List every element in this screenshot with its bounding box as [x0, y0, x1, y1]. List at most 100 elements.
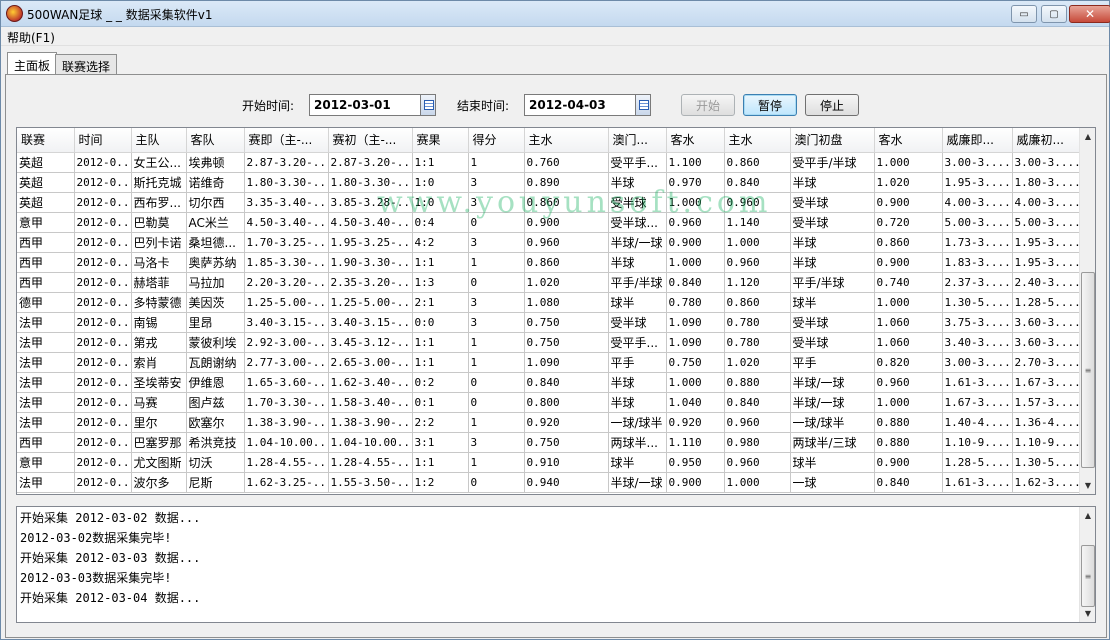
- column-header[interactable]: 主水: [524, 128, 609, 153]
- table-row[interactable]: 英超 2012-0... 西布罗... 切尔西 3.35-3.40-... 3.85-3.…: [17, 192, 1083, 213]
- end-date-picker-icon[interactable]: [635, 94, 651, 116]
- scroll-thumb[interactable]: ≡: [1081, 272, 1095, 468]
- app-window: 500WAN足球 _ _ 数据采集软件v1 ▭ ▢ ✕ 帮助(F1) 主面板 联…: [0, 0, 1110, 640]
- column-header[interactable]: 威廉即...: [942, 128, 1013, 153]
- table-cell: 半球: [608, 372, 667, 393]
- column-header[interactable]: 客水: [666, 128, 725, 153]
- table-cell: 2012-0...: [74, 432, 132, 453]
- table-cell: 3:1: [412, 432, 469, 453]
- log-scroll-up-icon[interactable]: ▲: [1080, 507, 1095, 524]
- column-header[interactable]: 赛即（主-...: [244, 128, 329, 153]
- column-header[interactable]: 澳门初盘: [790, 128, 875, 153]
- menu-help[interactable]: 帮助(F1): [7, 29, 55, 46]
- end-date-input[interactable]: 2012-04-03: [524, 94, 636, 116]
- table-cell: 0.960: [724, 412, 791, 433]
- table-cell: 1.000: [874, 392, 943, 413]
- table-cell: 受半球: [790, 312, 875, 333]
- start-button[interactable]: 开始: [681, 94, 735, 116]
- log-vertical-scrollbar[interactable]: ▲ ≡ ▼: [1079, 507, 1095, 622]
- table-cell: 法甲: [17, 312, 75, 333]
- table-row[interactable]: 意甲 2012-0... 尤文图斯 切沃 1.28-4.55-... 1.28-4.55-…: [17, 452, 1083, 473]
- table-row[interactable]: 法甲 2012-0... 南锡 里昂 3.40-3.15-... 3.40-3.15-..…: [17, 312, 1083, 333]
- table-cell: 受半球: [790, 192, 875, 213]
- grid-vertical-scrollbar[interactable]: ▲ ≡ ▼: [1079, 128, 1095, 494]
- table-cell: 球半: [608, 292, 667, 313]
- table-cell: 2.37-3....: [942, 272, 1013, 293]
- pause-button[interactable]: 暂停: [743, 94, 797, 116]
- table-row[interactable]: 德甲 2012-0... 多特蒙德 美因茨 1.25-5.00-... 1.25-5.00…: [17, 292, 1083, 313]
- table-cell: 0.760: [524, 152, 609, 173]
- scroll-down-icon[interactable]: ▼: [1080, 477, 1095, 494]
- column-header[interactable]: 主水: [724, 128, 791, 153]
- match-data-grid[interactable]: 联赛 时间 主队 客队 赛即（主-... 赛初（主-... 赛果 得分 主水 澳门... 客水 主水澳…: [16, 127, 1096, 495]
- table-row[interactable]: 法甲 2012-0... 圣埃蒂安 伊维恩 1.65-3.60-... 1.62-3.40…: [17, 372, 1083, 393]
- table-cell: 0.800: [524, 392, 609, 413]
- table-cell: 0.940: [524, 472, 609, 493]
- table-cell: 受半球: [608, 312, 667, 333]
- table-cell: 1: [468, 412, 525, 433]
- column-header[interactable]: 澳门...: [608, 128, 667, 153]
- column-header[interactable]: 赛果: [412, 128, 469, 153]
- start-date-input[interactable]: 2012-03-01: [309, 94, 421, 116]
- table-cell: 2.87-3.20-...: [328, 152, 413, 173]
- table-row[interactable]: 西甲 2012-0... 赫塔菲 马拉加 2.20-3.20-... 2.35-3.20-…: [17, 272, 1083, 293]
- table-cell: 受半球...: [608, 212, 667, 233]
- table-cell: 2012-0...: [74, 352, 132, 373]
- title-bar[interactable]: 500WAN足球 _ _ 数据采集软件v1 ▭ ▢ ✕: [1, 1, 1110, 27]
- close-button[interactable]: ✕: [1069, 5, 1110, 23]
- column-header[interactable]: 客队: [186, 128, 245, 153]
- table-cell: 0.900: [524, 212, 609, 233]
- table-cell: 0.960: [724, 452, 791, 473]
- table-cell: 0:0: [412, 312, 469, 333]
- column-header[interactable]: 联赛: [17, 128, 75, 153]
- table-cell: 0.860: [874, 232, 943, 253]
- table-cell: 0.840: [666, 272, 725, 293]
- table-row[interactable]: 西甲 2012-0... 巴列卡诺 桑坦德... 1.70-3.25-... 1.95-3…: [17, 232, 1083, 253]
- table-row[interactable]: 英超 2012-0... 斯托克城 诺维奇 1.80-3.30-... 1.80-3.30…: [17, 172, 1083, 193]
- column-header[interactable]: 主队: [131, 128, 187, 153]
- table-cell: 1.67-3....: [942, 392, 1013, 413]
- table-row[interactable]: 意甲 2012-0... 巴勒莫 AC米兰 4.50-3.40-... 4.50-3.40…: [17, 212, 1083, 233]
- table-cell: 西甲: [17, 232, 75, 253]
- stop-button[interactable]: 停止: [805, 94, 859, 116]
- table-row[interactable]: 西甲 2012-0... 马洛卡 奥萨苏纳 1.85-3.30-... 1.90-3.30…: [17, 252, 1083, 273]
- column-header[interactable]: 得分: [468, 128, 525, 153]
- table-row[interactable]: 法甲 2012-0... 里尔 欧塞尔 1.38-3.90-... 1.38-3.90-.…: [17, 412, 1083, 433]
- column-header[interactable]: 时间: [74, 128, 132, 153]
- table-cell: 0.750: [524, 432, 609, 453]
- table-row[interactable]: 法甲 2012-0... 马赛 图卢兹 1.70-3.30-... 1.58-3.40-.…: [17, 392, 1083, 413]
- log-scroll-thumb[interactable]: ≡: [1081, 545, 1095, 607]
- table-cell: 3.40-3.15-...: [328, 312, 413, 333]
- table-cell: 1.090: [666, 312, 725, 333]
- table-cell: 1.060: [874, 312, 943, 333]
- table-cell: 3: [468, 232, 525, 253]
- table-cell: 1.90-3.30-...: [328, 252, 413, 273]
- tab-main-panel[interactable]: 主面板: [7, 52, 58, 74]
- table-cell: 3.75-3....: [942, 312, 1013, 333]
- minimize-button[interactable]: ▭: [1011, 5, 1037, 23]
- column-header[interactable]: 威廉初...: [1012, 128, 1083, 153]
- table-cell: 欧塞尔: [186, 412, 245, 433]
- column-header[interactable]: 客水: [874, 128, 943, 153]
- log-scroll-down-icon[interactable]: ▼: [1080, 605, 1095, 622]
- table-cell: 1:1: [412, 252, 469, 273]
- table-cell: 1.73-3....: [942, 232, 1013, 253]
- table-row[interactable]: 法甲 2012-0... 索肖 瓦朗谢纳 2.77-3.00-... 2.65-3.00-…: [17, 352, 1083, 373]
- log-output[interactable]: 开始采集 2012-03-02 数据... 2012-03-02数据采集完毕! …: [16, 506, 1096, 623]
- table-row[interactable]: 法甲 2012-0... 第戎 蒙彼利埃 2.92-3.00-... 3.45-3.12-…: [17, 332, 1083, 353]
- table-cell: 0.840: [724, 172, 791, 193]
- table-cell: 1.080: [524, 292, 609, 313]
- tab-league-select[interactable]: 联赛选择: [55, 54, 118, 75]
- table-cell: 1.140: [724, 212, 791, 233]
- table-cell: 巴塞罗那: [131, 432, 187, 453]
- maximize-button[interactable]: ▢: [1041, 5, 1067, 23]
- table-row[interactable]: 西甲 2012-0... 巴塞罗那 希洪竞技 1.04-10.00... 1.04-10.…: [17, 432, 1083, 453]
- table-row[interactable]: 英超 2012-0... 女王公... 埃弗顿 2.87-3.20-... 2.87-3.…: [17, 152, 1083, 173]
- table-cell: 3.00-3....: [942, 352, 1013, 373]
- column-header[interactable]: 赛初（主-...: [328, 128, 413, 153]
- table-cell: 0.840: [874, 472, 943, 493]
- scroll-up-icon[interactable]: ▲: [1080, 128, 1095, 145]
- start-date-picker-icon[interactable]: [420, 94, 436, 116]
- table-row[interactable]: 法甲 2012-0... 波尔多 尼斯 1.62-3.25-... 1.55-3.50-.…: [17, 472, 1083, 493]
- table-cell: 诺维奇: [186, 172, 245, 193]
